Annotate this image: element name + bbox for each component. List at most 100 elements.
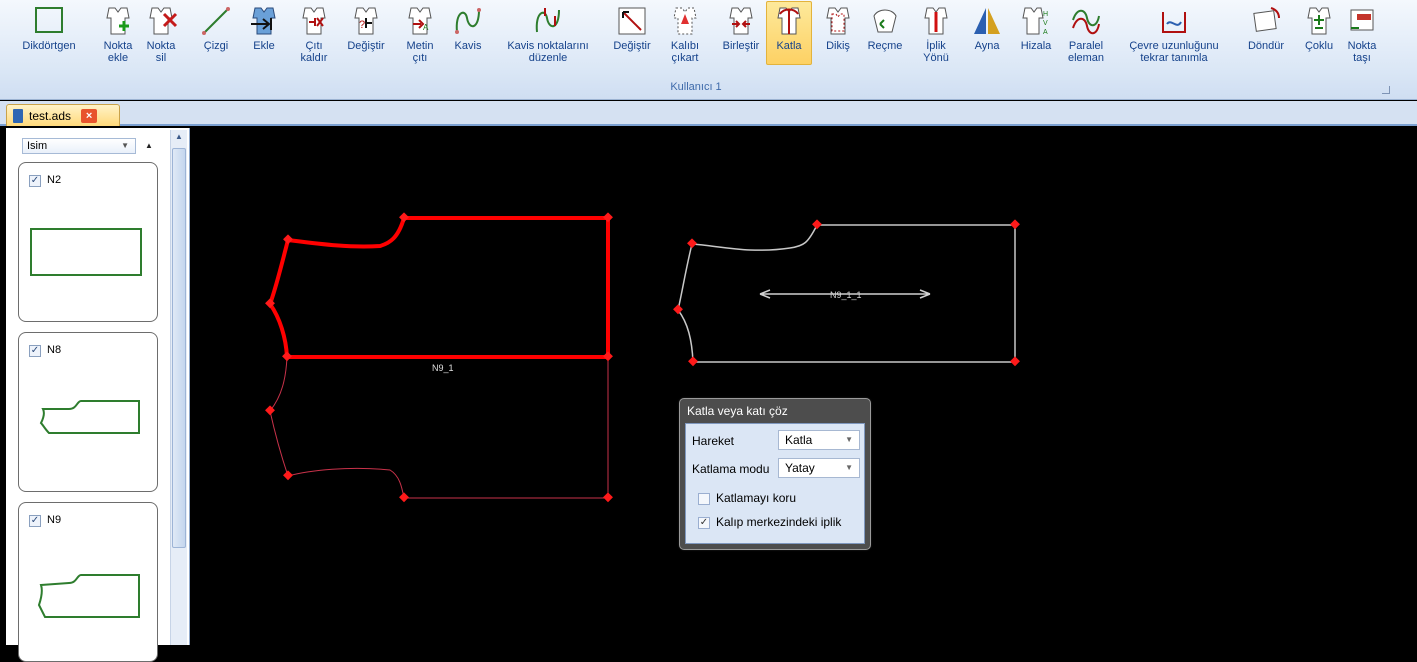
curve-button[interactable]: Kavis	[448, 2, 488, 86]
pieces-panel: Isim ▼ ▲ ✓ N2 ✓ N8 ✓ N9	[6, 128, 190, 662]
svg-text:?: ?	[359, 19, 365, 31]
rectangle-icon	[35, 7, 63, 33]
sort-field-value: Isim	[27, 140, 48, 152]
grain-direction-button[interactable]: İplik Yönü	[916, 2, 956, 86]
piece-name: N8	[47, 344, 62, 356]
piece-card-n8[interactable]: ✓ N8	[18, 332, 158, 492]
piece-checkbox[interactable]: ✓	[29, 175, 41, 187]
align-icon: HVA	[1022, 7, 1048, 36]
rectangle-button[interactable]: Dikdörtgen	[8, 2, 90, 86]
insert-button[interactable]: Ekle	[244, 2, 284, 86]
ribbon-dialog-launcher[interactable]	[1382, 86, 1390, 94]
delete-point-icon	[149, 7, 178, 35]
pleat-icon	[873, 9, 897, 33]
svg-text:A: A	[1043, 29, 1048, 36]
fold-mode-value: Yatay	[785, 461, 815, 475]
keep-fold-checkbox[interactable]	[698, 493, 710, 505]
document-tab-name: test.ads	[29, 108, 72, 123]
curve-icon	[455, 8, 481, 34]
document-tab-bar: test.ads ×	[0, 101, 1417, 126]
piece-label: N9_1_1	[830, 290, 862, 300]
center-grain-label: Kalıp merkezindeki iplik	[716, 515, 842, 529]
svg-text:V: V	[1043, 20, 1048, 27]
document-tab[interactable]: test.ads ×	[6, 104, 120, 126]
piece-label: N9_1	[432, 363, 454, 373]
change-icon: ?	[354, 7, 378, 35]
change-button[interactable]: ? Değiştir	[340, 2, 392, 86]
piece-n9-1-1[interactable]: N9_1_1	[673, 219, 1020, 367]
close-tab-icon[interactable]: ×	[81, 108, 98, 123]
piece-thumbnail	[39, 400, 140, 434]
seam-button[interactable]: Dikiş	[818, 2, 858, 86]
redefine-perimeter-icon	[1162, 12, 1186, 33]
insert-icon	[251, 7, 276, 35]
chevron-down-icon: ▼	[845, 435, 853, 444]
center-grain-checkbox[interactable]: ✓	[698, 517, 710, 529]
modify-button[interactable]: Değiştir	[606, 2, 658, 86]
grain-direction-icon	[924, 7, 948, 35]
parallel-element-icon	[1072, 9, 1100, 35]
fold-button[interactable]: Katla	[766, 1, 812, 65]
piece-thumbnail	[37, 574, 140, 618]
remove-notch-icon	[302, 7, 326, 35]
document-icon	[13, 108, 23, 123]
sort-ascending-icon[interactable]: ▲	[142, 138, 156, 154]
piece-n9-1[interactable]: N9_1	[265, 212, 613, 503]
remove-notch-button[interactable]: Çıtı kaldır	[294, 2, 334, 86]
chevron-down-icon: ▼	[845, 463, 853, 472]
hareket-select[interactable]: Katla ▼	[778, 430, 860, 450]
parallel-element-button[interactable]: Paralel eleman	[1062, 2, 1110, 86]
piece-checkbox[interactable]: ✓	[29, 515, 41, 527]
edit-curve-points-icon	[535, 8, 560, 33]
rotate-button[interactable]: Döndür	[1238, 2, 1294, 86]
merge-icon	[729, 7, 753, 35]
line-icon	[202, 7, 230, 35]
modify-icon	[618, 7, 646, 35]
mirror-button[interactable]: Ayna	[968, 2, 1006, 86]
pieces-panel-scrollbar[interactable]: ▲	[170, 130, 187, 645]
piece-name: N2	[47, 174, 62, 186]
text-notch-button[interactable]: A Metin çıtı	[398, 2, 442, 86]
hareket-value: Katla	[785, 433, 813, 447]
dialog-body: Hareket Katla ▼ Katlama modu Yatay ▼ Kat…	[685, 423, 865, 544]
chevron-down-icon: ▼	[121, 141, 129, 150]
seam-icon	[826, 7, 850, 35]
move-point-button[interactable]: Nokta taşı	[1344, 2, 1380, 86]
fold-icon	[777, 7, 801, 35]
piece-card-n9[interactable]: ✓ N9	[18, 502, 158, 662]
edit-curve-points-button[interactable]: Kavis noktalarını düzenle	[494, 2, 602, 86]
fold-dialog: Katla veya katı çöz Hareket Katla ▼ Katl…	[679, 398, 871, 550]
scroll-up-icon[interactable]: ▲	[171, 132, 187, 146]
canvas-drawing: N9_1 N9_1_1	[265, 212, 1020, 503]
piece-thumbnail	[30, 228, 142, 276]
svg-text:A: A	[423, 23, 429, 32]
sort-field-select[interactable]: Isim ▼	[22, 138, 136, 154]
text-notch-icon: A	[408, 7, 432, 35]
redefine-perimeter-button[interactable]: Çevre uzunluğunu tekrar tanımla	[1118, 2, 1230, 86]
hareket-label: Hareket	[692, 434, 735, 448]
extract-pattern-button[interactable]: Kalıbı çıkart	[664, 2, 706, 86]
delete-point-button[interactable]: Nokta sil	[144, 2, 178, 86]
piece-card-n2[interactable]: ✓ N2	[18, 162, 158, 322]
rotate-icon	[1253, 7, 1280, 32]
piece-checkbox[interactable]: ✓	[29, 345, 41, 357]
multiple-icon	[1307, 7, 1331, 35]
multiple-button[interactable]: Çoklu	[1298, 2, 1340, 86]
scrollbar-thumb[interactable]	[172, 148, 186, 548]
merge-button[interactable]: Birleştir	[716, 2, 766, 86]
piece-name: N9	[47, 514, 62, 526]
ribbon-group-label: Kullanıcı 1	[670, 81, 722, 93]
extract-pattern-icon	[673, 7, 697, 35]
add-point-icon	[106, 7, 130, 35]
pleat-button[interactable]: Reçme	[862, 2, 908, 86]
fold-mode-label: Katlama modu	[692, 462, 770, 476]
mirror-icon	[974, 8, 1000, 34]
keep-fold-label: Katlamayı koru	[716, 491, 797, 505]
add-point-button[interactable]: Nokta ekle	[96, 2, 140, 86]
drawing-canvas[interactable]: N9_1 N9_1_1	[190, 128, 1417, 645]
line-button[interactable]: Çizgi	[196, 2, 236, 86]
dialog-title: Katla veya katı çöz	[687, 404, 788, 418]
align-button[interactable]: HVA Hizala	[1012, 2, 1060, 86]
ribbon-toolbar: Dikdörtgen Nokta ekle Nokta sil Çizgi Ek…	[0, 0, 1417, 100]
fold-mode-select[interactable]: Yatay ▼	[778, 458, 860, 478]
